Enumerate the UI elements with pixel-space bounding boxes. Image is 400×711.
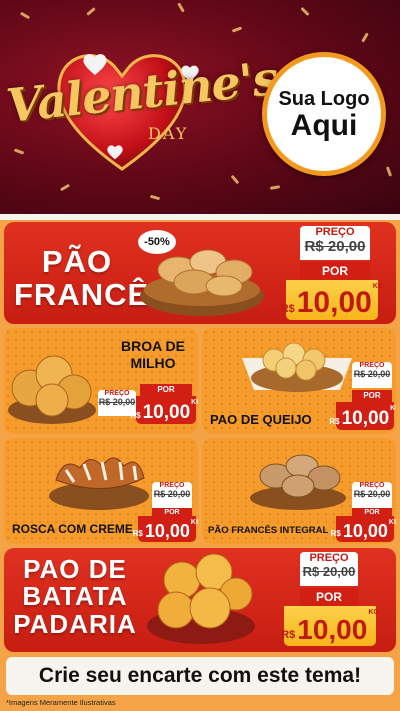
currency: R$	[280, 303, 295, 315]
new-price: 10,00	[297, 614, 368, 645]
new-price-tag: R$ 10,00 KG	[329, 402, 396, 430]
confetti	[361, 32, 369, 43]
bread-basket-image	[49, 457, 149, 510]
old-price-tag: PREÇO R$ 20,00	[152, 482, 192, 508]
cta-banner[interactable]: Crie seu encarte com este tema!	[6, 657, 394, 695]
old-price: R$ 20,00	[304, 238, 366, 255]
confetti	[59, 183, 71, 192]
currency: R$	[329, 417, 340, 426]
old-price-tag: PREÇO R$ 20,00	[300, 226, 370, 260]
logo-line-1: Sua Logo	[278, 87, 370, 110]
unit: KG	[388, 519, 396, 526]
unit: KG	[190, 519, 198, 526]
product-title: PAO DE BATATA PADARIA	[12, 554, 138, 639]
old-price: R$ 20,00	[153, 489, 191, 499]
confetti	[230, 174, 240, 185]
confetti	[149, 194, 161, 201]
confetti	[269, 185, 281, 190]
preco-label: PREÇO	[359, 482, 385, 489]
bread-basket-image	[250, 454, 346, 510]
logo-line-2: Aqui	[290, 108, 358, 142]
preco-label: PREÇO	[309, 552, 349, 564]
confetti	[300, 6, 310, 17]
old-price: R$ 20,00	[353, 489, 391, 499]
confetti	[19, 11, 31, 20]
bread-basket-image	[8, 355, 96, 424]
header-banner: Valentine's DAY Sua Logo Aqui	[0, 0, 400, 214]
title-line: BATATA	[22, 581, 128, 612]
new-price: 10,00	[296, 286, 372, 319]
footnote: *Imagens Meramente Ilustrativas	[6, 698, 116, 707]
unit: KG	[372, 283, 384, 290]
title-line: BROA DE	[120, 338, 186, 354]
confetti	[231, 26, 243, 33]
new-price-tag: R$ 10,00 KG	[281, 606, 379, 646]
product-title: ROSCA COM CREME	[12, 522, 133, 536]
new-price: 10,00	[341, 408, 390, 429]
confetti	[86, 7, 96, 16]
old-price: R$ 20,00	[302, 564, 356, 579]
currency: R$	[130, 411, 141, 420]
old-price-tag: PREÇO R$ 20,00	[300, 552, 358, 586]
unit: KG	[390, 405, 396, 412]
product-title: PAO DE QUEIJO	[210, 412, 312, 427]
currency: R$	[330, 529, 341, 538]
product-title: PÃO FRANCÊS	[14, 244, 171, 312]
product-title: PÃO FRANCÊS INTEGRAL	[208, 525, 329, 536]
product-title: BROA DE MILHO	[108, 338, 198, 372]
bread-bowl-image	[147, 553, 255, 644]
new-price-tag: R$ 10,00 KG	[331, 516, 396, 542]
new-price: 10,00	[142, 402, 191, 423]
old-price-tag: PREÇO R$ 20,00	[352, 362, 392, 388]
old-price: R$ 20,00	[98, 397, 136, 407]
unit: KG	[191, 399, 198, 406]
title-line: PADARIA	[13, 608, 137, 639]
preco-label: PREÇO	[104, 390, 130, 397]
confetti	[385, 166, 393, 177]
confetti	[13, 148, 25, 155]
title-line: PAO DE	[23, 554, 127, 584]
product-card-pao-batata: PAO DE BATATA PADARIA PREÇO R$ 20,00 POR…	[4, 548, 396, 652]
divider	[0, 214, 400, 220]
discount-badge: -50%	[138, 230, 176, 254]
logo-placeholder: Sua Logo Aqui	[262, 52, 386, 176]
title-line: PÃO	[41, 244, 113, 279]
por-label: POR	[140, 384, 192, 396]
preco-label: PREÇO	[359, 362, 385, 369]
product-card-pao-de-queijo: PREÇO R$ 20,00 POR PAO DE QUEIJO R$ 10,0…	[202, 328, 396, 434]
old-price: R$ 20,00	[353, 369, 391, 379]
unit: KG	[368, 609, 379, 616]
day-subtitle: DAY	[148, 124, 189, 143]
confetti	[177, 2, 185, 13]
currency: R$	[132, 529, 143, 538]
old-price-tag: PREÇO R$ 20,00	[352, 482, 392, 508]
product-card-broa: BROA DE MILHO PREÇO R$ 20,00 POR R$ 10,0…	[4, 328, 198, 434]
product-card-pao-integral: PREÇO R$ 20,00 POR PÃO FRANCÊS INTEGRAL …	[202, 438, 396, 544]
bread-basket-image	[242, 342, 352, 392]
product-card-pao-frances: PÃO FRANCÊS -50% PREÇO R$ 20,00 POR R$ 1…	[4, 222, 396, 324]
title-line: FRANCÊS	[14, 276, 171, 312]
new-price-tag: R$ 10,00 KG	[130, 396, 198, 424]
new-price-tag: R$ 10,00 KG	[133, 516, 198, 542]
currency: R$	[281, 629, 296, 641]
por-label: POR	[300, 262, 370, 280]
por-label: POR	[352, 390, 392, 402]
new-price-tag: R$ 10,00 KG	[281, 280, 383, 320]
preco-label: PREÇO	[159, 482, 185, 489]
product-card-rosca: PREÇO R$ 20,00 POR ROSCA COM CREME R$ 10…	[4, 438, 198, 544]
new-price: 10,00	[342, 521, 388, 541]
preco-label: PREÇO	[315, 226, 355, 238]
por-label: POR	[300, 588, 358, 606]
new-price: 10,00	[144, 521, 190, 541]
small-heart-icon	[107, 145, 123, 160]
title-line: MILHO	[130, 354, 176, 371]
